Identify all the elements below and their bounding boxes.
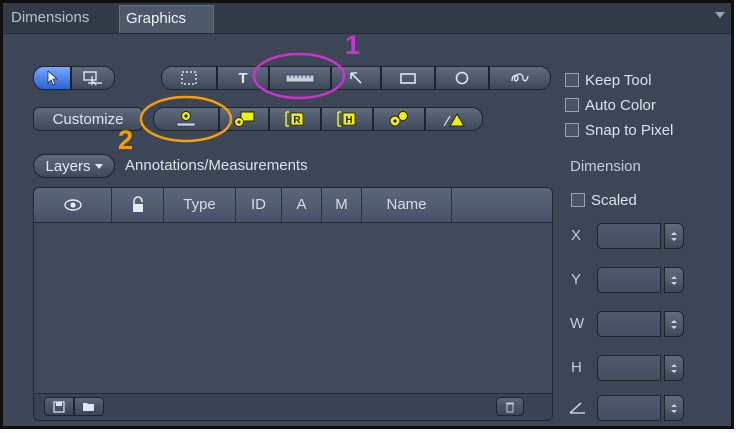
annotation-number-1: 1 <box>345 30 361 60</box>
highlight-ring-1 <box>252 52 346 100</box>
highlight-ring-2 <box>139 95 233 143</box>
annotation-number-2: 2 <box>118 125 134 155</box>
annotation-overlay <box>139 52 346 143</box>
